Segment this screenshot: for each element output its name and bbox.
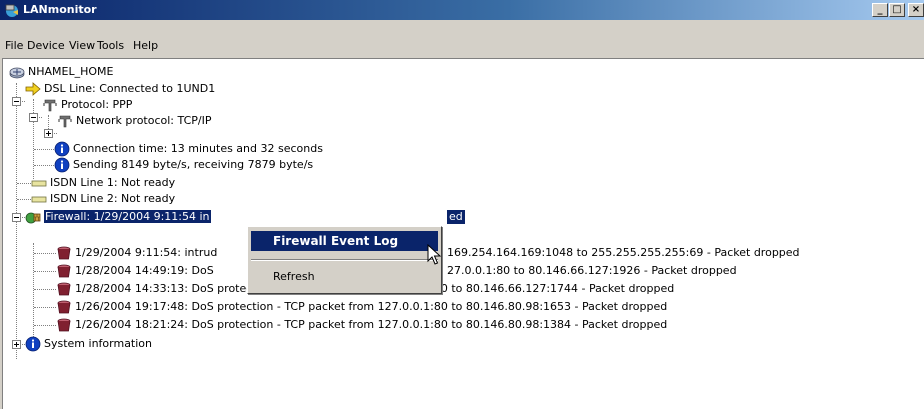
tree-node-label: DSL Line: Connected to 1UND1 — [44, 82, 216, 95]
device-tree-view[interactable]: NHAMEL_HOME DSL Line: Connected to 1UND1… — [2, 58, 924, 409]
event-bucket-icon — [57, 246, 71, 260]
expand-collapse-toggle[interactable] — [44, 129, 53, 138]
context-menu: Firewall Event Log Refresh — [247, 226, 442, 294]
window-title: LANmonitor — [23, 3, 97, 16]
tree-node-label: 1/26/2004 18:21:24: DoS protection - TCP… — [75, 318, 668, 331]
tree-node-label: System information — [44, 337, 153, 350]
title-bar[interactable]: LANmonitor _ □ × — [0, 0, 924, 20]
expand-collapse-toggle[interactable] — [29, 113, 38, 122]
firewall-icon — [25, 212, 41, 224]
info-icon — [54, 141, 70, 157]
tree-node-label: Network protocol: TCP/IP — [76, 114, 212, 127]
tree-connector — [17, 183, 31, 184]
tree-node-label-tail: 27.0.0.1:80 to 80.146.66.127:1926 - Pack… — [447, 264, 737, 277]
tree-node-label: 1/28/2004 14:49:19: DoS — [75, 264, 214, 277]
tree-node-label: ISDN Line 1: Not ready — [50, 176, 176, 189]
isdn-line-icon — [31, 180, 47, 187]
tree-node-label: Sending 8149 byte/s, receiving 7879 byte… — [73, 158, 314, 171]
menu-view[interactable]: View — [69, 39, 95, 52]
network-protocol-icon — [43, 99, 57, 112]
info-icon — [54, 157, 70, 173]
menu-bar: File Device View Tools Help — [0, 35, 924, 55]
info-icon — [25, 336, 41, 352]
tree-connector — [34, 149, 54, 150]
tree-connector — [34, 325, 56, 326]
lanmonitor-window: LANmonitor _ □ × File Device View Tools … — [0, 0, 924, 409]
event-bucket-icon — [57, 318, 71, 332]
expand-collapse-toggle[interactable] — [12, 97, 21, 106]
lanmonitor-app-icon — [5, 4, 18, 17]
expand-collapse-toggle[interactable] — [12, 340, 21, 349]
close-button[interactable]: × — [908, 3, 924, 17]
context-menu-refresh[interactable]: Refresh — [251, 267, 438, 287]
tree-node-label: 1/26/2004 19:17:48: DoS protection - TCP… — [75, 300, 668, 313]
tree-node-label: Connection time: 13 minutes and 32 secon… — [73, 142, 323, 155]
tree-connector — [34, 307, 56, 308]
tree-connector — [34, 165, 54, 166]
minimize-button[interactable]: _ — [872, 3, 888, 17]
menu-help[interactable]: Help — [133, 39, 158, 52]
context-menu-firewall-event-log[interactable]: Firewall Event Log — [251, 231, 438, 251]
tree-connector — [34, 253, 56, 254]
maximize-button[interactable]: □ — [889, 3, 905, 17]
tree-node-label-tail: ed — [447, 210, 465, 224]
tree-node-label-tail: 169.254.164.169:1048 to 255.255.255.255:… — [447, 246, 800, 259]
tree-connector — [33, 99, 34, 179]
menu-device[interactable]: Device — [27, 39, 65, 52]
tree-connector — [33, 243, 34, 341]
tree-connector — [34, 289, 56, 290]
tree-connector — [34, 271, 56, 272]
event-bucket-icon — [57, 300, 71, 314]
tree-node-label: Firewall: 1/29/2004 9:11:54 in — [44, 210, 211, 223]
context-menu-separator — [251, 259, 438, 261]
arrow-right-icon — [25, 82, 41, 96]
tree-node-label: NHAMEL_HOME — [28, 65, 114, 78]
menu-file[interactable]: File — [5, 39, 23, 52]
event-bucket-icon — [57, 282, 71, 296]
event-bucket-icon — [57, 264, 71, 278]
network-device-icon — [9, 67, 25, 79]
isdn-line-icon — [31, 196, 47, 203]
menu-tools[interactable]: Tools — [97, 39, 124, 52]
expand-collapse-toggle[interactable] — [12, 213, 21, 222]
tree-node-label: ISDN Line 2: Not ready — [50, 192, 176, 205]
mouse-pointer-icon — [427, 244, 442, 265]
tree-node-label: 1/29/2004 9:11:54: intrud — [75, 246, 218, 259]
network-protocol-icon — [58, 115, 72, 128]
tree-connector — [17, 199, 31, 200]
tree-node-label: Protocol: PPP — [61, 98, 133, 111]
